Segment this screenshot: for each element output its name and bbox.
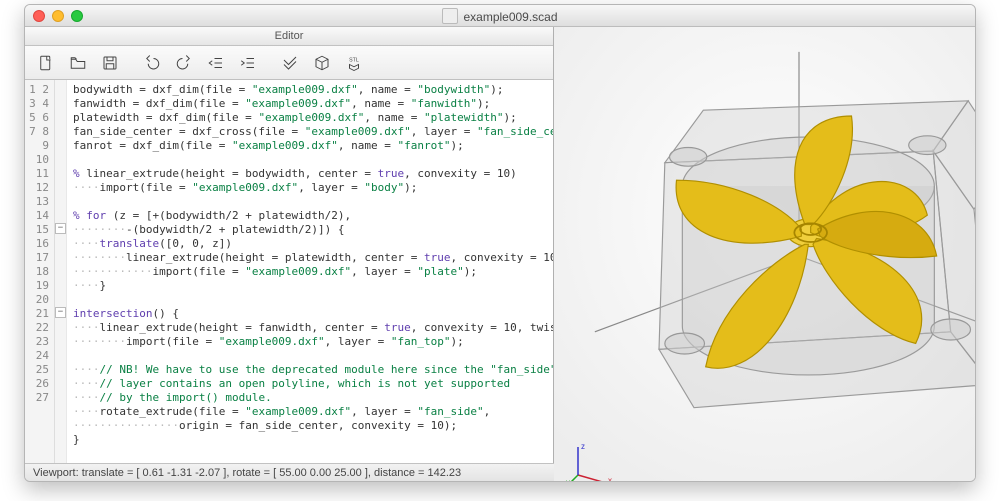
svg-text:y: y <box>566 478 570 482</box>
model-render <box>554 27 976 482</box>
viewport-status: Viewport: translate = [ 0.61 -1.31 -2.07… <box>33 467 461 479</box>
render-button[interactable] <box>307 50 337 76</box>
editor-pane: Editor STL 1 2 3 4 5 6 7 8 9 10 11 12 13… <box>25 27 554 463</box>
svg-text:x: x <box>608 476 612 482</box>
editor-toolbar: STL <box>25 46 553 80</box>
code-editor[interactable]: 1 2 3 4 5 6 7 8 9 10 11 12 13 14 15 16 1… <box>25 80 553 463</box>
code-lines[interactable]: bodywidth = dxf_dim(file = "example009.d… <box>67 80 553 463</box>
unindent-button[interactable] <box>201 50 231 76</box>
redo-button[interactable] <box>169 50 199 76</box>
new-button[interactable] <box>31 50 61 76</box>
viewer-pane: x y z <box>554 27 976 463</box>
fold-toggle[interactable]: − <box>55 223 66 234</box>
viewer-canvas[interactable]: x y z <box>554 27 976 482</box>
export-stl-button[interactable]: STL <box>339 50 369 76</box>
fold-column: −− <box>55 80 67 463</box>
preview-button[interactable] <box>275 50 305 76</box>
line-gutter: 1 2 3 4 5 6 7 8 9 10 11 12 13 14 15 16 1… <box>25 80 55 463</box>
window-title: example009.scad <box>25 8 975 24</box>
svg-text:z: z <box>581 442 585 451</box>
axes-indicator-icon: x y z <box>566 441 612 482</box>
open-button[interactable] <box>63 50 93 76</box>
app-window: example009.scad Editor STL 1 2 3 4 5 6 7 <box>24 4 976 482</box>
undo-button[interactable] <box>137 50 167 76</box>
fold-toggle[interactable]: − <box>55 307 66 318</box>
title-bar: example009.scad <box>25 5 975 27</box>
editor-title: Editor <box>25 27 553 46</box>
indent-button[interactable] <box>233 50 263 76</box>
save-button[interactable] <box>95 50 125 76</box>
svg-text:STL: STL <box>349 57 359 63</box>
